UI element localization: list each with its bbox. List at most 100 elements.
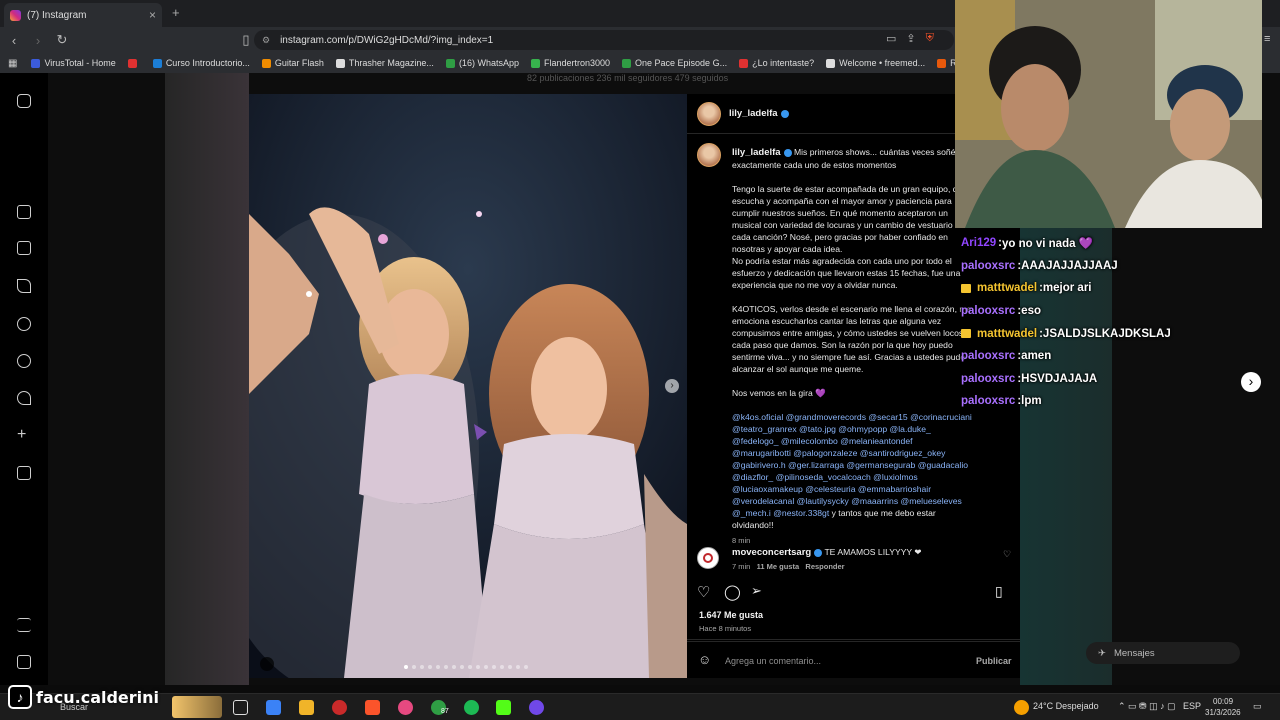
comment-username[interactable]: moveconcertsarg: [732, 547, 811, 558]
bookmark-item[interactable]: Welcome • freemed...: [826, 58, 925, 68]
forward-icon[interactable]: ›: [28, 33, 48, 48]
also-from-meta-icon[interactable]: [17, 655, 31, 669]
brave-icon[interactable]: [365, 700, 380, 715]
clock-date[interactable]: 31/3/2026: [1205, 708, 1241, 717]
bookmark-item[interactable]: Flandertron3000: [530, 58, 610, 68]
chat-username: matttwadel: [977, 327, 1038, 340]
app-purple-icon[interactable]: [529, 700, 544, 715]
tag-user-icon[interactable]: [260, 657, 274, 671]
bookmark-item[interactable]: One Pace Episode G...: [622, 58, 727, 68]
bookmark-item[interactable]: (16) WhatsApp: [445, 58, 519, 68]
bookmark-icon[interactable]: ▯: [236, 32, 256, 48]
chat-message: palooxsrc: HSVDJAJAJA: [961, 368, 1261, 391]
apps-grid-icon[interactable]: ▦: [8, 58, 17, 69]
profile-stats-faded: 82 publicaciones 236 mil seguidores 479 …: [527, 73, 729, 83]
notification-icon[interactable]: ▭: [1253, 701, 1262, 712]
reload-icon[interactable]: ↻: [52, 32, 72, 48]
chat-text: JSALDJSLKAJDKSLAJ: [1042, 327, 1171, 340]
app-pink-icon[interactable]: [398, 700, 413, 715]
carousel-dot: [404, 665, 408, 669]
bookmark-item[interactable]: ¿Lo intentaste?: [739, 58, 814, 68]
bookmark-item[interactable]: VirusTotal - Home: [31, 58, 116, 68]
chat-text: lpm: [1021, 395, 1042, 408]
chat-username: palooxsrc: [961, 395, 1016, 408]
bookmark-item[interactable]: Guitar Flash: [261, 58, 324, 68]
back-icon[interactable]: ‹: [4, 33, 24, 48]
messages-icon[interactable]: [17, 279, 31, 293]
search-icon[interactable]: [17, 317, 31, 331]
commenter-avatar[interactable]: [697, 547, 719, 569]
author-avatar[interactable]: [697, 101, 721, 126]
new-tab-button[interactable]: +: [172, 5, 180, 20]
file-explorer-icon[interactable]: [299, 700, 314, 715]
bookmark-item[interactable]: [127, 58, 141, 68]
store-icon[interactable]: [266, 700, 281, 715]
bookmark-favicon-icon: [261, 58, 271, 68]
address-bar[interactable]: ⚙ instagram.com/p/DWiG2gHDcMd/?img_index…: [254, 30, 954, 50]
caption-username[interactable]: lily_ladelfa: [732, 147, 781, 158]
bookmark-favicon-icon: [445, 58, 455, 68]
weather-icon: [1014, 700, 1029, 715]
dashboard-icon[interactable]: [17, 466, 31, 480]
tab-title: (7) Instagram: [27, 9, 87, 21]
share-icon[interactable]: ➢: [751, 583, 762, 599]
messages-label: Mensajes: [1113, 647, 1155, 659]
home-icon[interactable]: [17, 205, 31, 219]
bookmark-label: ¿Lo intentaste?: [752, 58, 815, 68]
author-username[interactable]: lily_ladelfa: [729, 108, 778, 119]
create-icon[interactable]: +: [17, 427, 31, 443]
comment-like-icon[interactable]: ♡: [1003, 549, 1011, 560]
share-icon[interactable]: ⇪: [906, 32, 915, 45]
caption-paragraph: No podría estar más agradecida con cada …: [732, 256, 961, 290]
tray-icons[interactable]: ⌃ ▭ ⛃ ◫ ♪ ▢: [1118, 701, 1176, 712]
clock-time[interactable]: 00:09: [1213, 697, 1233, 706]
whatsapp-badge: 87: [441, 708, 449, 715]
tiktok-icon: ♪: [8, 685, 32, 709]
comment-icon[interactable]: ◯: [724, 583, 741, 601]
close-tab-icon[interactable]: ×: [149, 8, 156, 22]
bookmark-favicon-icon: [31, 58, 41, 68]
bookmark-item[interactable]: Thrasher Magazine...: [335, 58, 434, 68]
weather-text[interactable]: 24°C Despejado: [1033, 701, 1099, 711]
explore-icon[interactable]: [17, 354, 31, 368]
caption-mentions[interactable]: @k4os.oficial @grandmoverecords @secar15…: [732, 412, 972, 518]
like-icon[interactable]: ♡: [697, 583, 710, 601]
browser-menu-icon[interactable]: ≡: [1264, 33, 1270, 45]
instagram-sidebar: +: [0, 73, 48, 685]
notifications-icon[interactable]: [17, 391, 31, 405]
bookmark-label: Welcome • freemed...: [839, 58, 926, 68]
chat-text: mejor ari: [1042, 282, 1092, 295]
comment-likes[interactable]: 11 Me gusta: [757, 562, 800, 571]
messages-pill[interactable]: ✈ Mensajes: [1086, 642, 1240, 664]
tab-instagram[interactable]: (7) Instagram ×: [4, 3, 162, 27]
task-view-icon[interactable]: [233, 700, 248, 715]
chat-message: palooxsrc: lpm: [961, 390, 1261, 413]
publish-button[interactable]: Publicar: [976, 656, 1012, 666]
brave-shield-icon[interactable]: ⛨: [926, 32, 934, 45]
post-image[interactable]: ›: [249, 94, 687, 678]
language-indicator[interactable]: ESP: [1183, 701, 1201, 711]
likes-count[interactable]: 1.647 Me gusta: [699, 610, 763, 620]
spotify-icon[interactable]: [464, 700, 479, 715]
site-info-icon[interactable]: ⚙: [262, 35, 270, 46]
reels-icon[interactable]: [17, 241, 31, 255]
caption-avatar[interactable]: [697, 143, 721, 167]
bookmark-item[interactable]: Curso Introductorio...: [152, 58, 250, 68]
divider: [687, 639, 1020, 640]
search-highlight-icon[interactable]: [172, 696, 222, 718]
install-icon[interactable]: ▭: [886, 32, 896, 45]
instagram-logo-icon[interactable]: [17, 94, 31, 108]
carousel-dot: [516, 665, 520, 669]
reply-link[interactable]: Responder: [805, 562, 844, 571]
more-menu-icon[interactable]: [17, 618, 31, 632]
chat-message: matttwadel: mejor ari: [961, 277, 1261, 300]
obs-icon[interactable]: [332, 700, 347, 715]
kick-icon[interactable]: [496, 700, 511, 715]
emoji-icon[interactable]: ☺: [698, 652, 711, 667]
carousel-dot: [500, 665, 504, 669]
save-icon[interactable]: ▯: [995, 583, 1003, 600]
chat-text: amen: [1021, 350, 1052, 363]
carousel-next-icon[interactable]: ›: [665, 379, 679, 393]
bookmark-favicon-icon: [335, 58, 345, 68]
comment-input[interactable]: Agrega un comentario...: [725, 656, 821, 666]
